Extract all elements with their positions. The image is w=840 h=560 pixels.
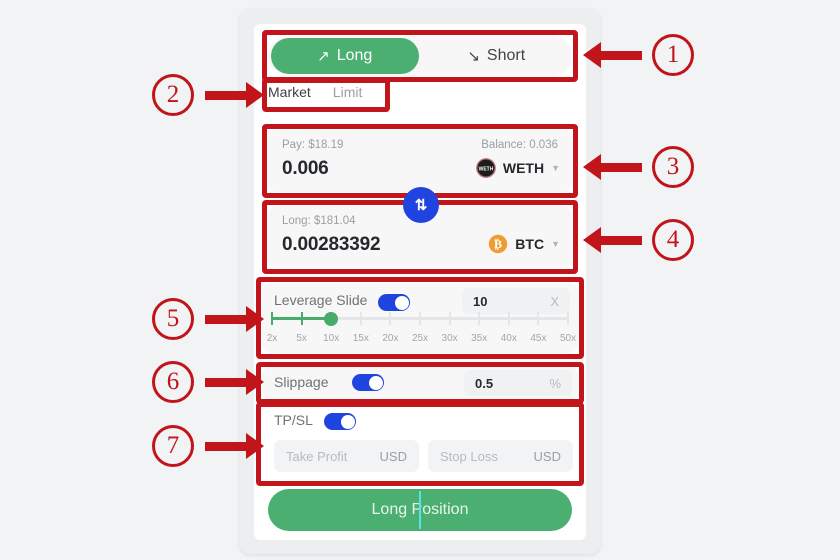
order-type-group[interactable]: Market Limit	[268, 84, 362, 100]
long-token-selector[interactable]: ₿ BTC ▼	[488, 234, 560, 254]
long-token-symbol: BTC	[515, 236, 545, 252]
slippage-label: Slippage	[274, 374, 329, 390]
btc-token-icon: ₿	[488, 234, 508, 254]
chevron-down-icon[interactable]: ▼	[551, 239, 560, 249]
leverage-unit: X	[550, 293, 559, 309]
slippage-value: 0.5	[475, 375, 494, 391]
leverage-tick[interactable]	[507, 312, 510, 325]
pay-amount-input[interactable]: 0.006	[282, 158, 329, 180]
annotation-arrow-1	[583, 42, 642, 68]
leverage-tick[interactable]	[537, 312, 540, 325]
leverage-tick[interactable]	[448, 312, 451, 325]
leverage-tick[interactable]	[419, 312, 421, 325]
stop-loss-currency: USD	[533, 448, 561, 464]
leverage-tick-label: 50x	[559, 333, 577, 344]
annotation-arrow-5	[205, 306, 264, 332]
leverage-section[interactable]: Leverage Slide 10 X 2x 5x 10x 15x 20x 25x 30x 3…	[262, 283, 578, 353]
pay-token-symbol: WETH	[502, 160, 545, 176]
short-tab-label: Short	[486, 47, 526, 64]
weth-token-icon: WETH	[475, 158, 496, 178]
wallet-balance: Balance: 0.036	[481, 139, 558, 151]
stop-loss-input[interactable]: Stop Loss USD	[428, 440, 573, 472]
leverage-tick-label: 5x	[296, 333, 307, 344]
annotation-arrow-4	[583, 227, 642, 253]
annotation-number-4: 4	[652, 219, 694, 261]
leverage-tick-label: 2x	[266, 333, 278, 344]
leverage-slider-knob[interactable]	[324, 311, 339, 326]
pay-token-selector[interactable]: WETH WETH ▼	[475, 158, 560, 178]
annotation-arrow-3	[583, 154, 642, 180]
leverage-tick[interactable]	[300, 312, 303, 325]
order-type-limit[interactable]: Limit	[333, 84, 363, 100]
order-type-market[interactable]: Market	[268, 84, 311, 100]
text-cursor	[419, 491, 421, 529]
short-tab[interactable]: ↘ Short	[423, 38, 571, 74]
arrow-down-right-icon: ↘	[467, 47, 480, 65]
take-profit-currency: USD	[379, 448, 407, 464]
leverage-label: Leverage Slide	[274, 292, 368, 308]
long-amount-input[interactable]: 0.00283392	[282, 234, 381, 256]
annotation-arrow-2	[205, 82, 264, 108]
swap-arrows-icon[interactable]: ⇅	[403, 187, 439, 223]
tpsl-section[interactable]: TP/SL Take Profit USD Stop Loss USD	[262, 406, 578, 482]
annotation-number-5: 5	[152, 298, 194, 340]
leverage-tick-label: 35x	[471, 333, 488, 344]
side-toggle-group[interactable]: ↗ Long ↘ Short	[268, 36, 572, 76]
leverage-tick[interactable]	[567, 312, 569, 325]
leverage-toggle[interactable]	[378, 294, 410, 311]
annotation-number-2: 2	[152, 74, 194, 116]
leverage-tick-label: 45x	[530, 333, 547, 344]
leverage-tick-label: 30x	[441, 333, 458, 344]
long-tab-label: Long	[336, 47, 373, 64]
stop-loss-placeholder: Stop Loss	[440, 448, 498, 464]
leverage-tick[interactable]	[478, 312, 481, 325]
svg-text:₿: ₿	[494, 237, 502, 251]
annotation-number-1: 1	[652, 34, 694, 76]
annotation-number-6: 6	[152, 361, 194, 403]
leverage-tick[interactable]	[359, 312, 362, 325]
arrow-up-right-icon: ↗	[317, 47, 330, 65]
take-profit-input[interactable]: Take Profit USD	[274, 440, 419, 472]
tpsl-label: TP/SL	[274, 412, 313, 428]
slippage-value-input[interactable]: 0.5 %	[464, 370, 572, 396]
leverage-tick[interactable]	[271, 312, 273, 325]
panel-divider	[268, 540, 572, 541]
pay-amount-usd: Pay: $18.19	[282, 139, 344, 151]
slippage-section[interactable]: Slippage 0.5 %	[262, 366, 578, 400]
take-profit-placeholder: Take Profit	[286, 448, 348, 464]
leverage-tick-label: 15x	[352, 333, 369, 344]
leverage-slider[interactable]: 2x 5x 10x 15x 20x 25x 30x 35x 40x 45x 50x	[267, 311, 576, 344]
leverage-tick-label: 20x	[382, 333, 399, 344]
leverage-value-input[interactable]: 10 X	[462, 288, 570, 314]
annotation-number-7: 7	[152, 425, 194, 467]
svg-text:WETH: WETH	[478, 166, 493, 172]
pay-field-meta: Pay: $18.19 Balance: 0.036	[282, 139, 558, 151]
long-tab[interactable]: ↗ Long	[271, 38, 419, 74]
slippage-unit: %	[549, 375, 561, 391]
leverage-tick[interactable]	[389, 312, 392, 325]
annotation-arrow-7	[205, 433, 264, 459]
leverage-tick-label: 40x	[500, 333, 517, 344]
annotation-number-3: 3	[652, 146, 694, 188]
chevron-down-icon[interactable]: ▼	[551, 163, 560, 173]
slippage-toggle[interactable]	[352, 374, 384, 391]
screenshot-root: ↗ Long ↘ Short Market Limit Pay: $18.19 …	[0, 0, 840, 560]
leverage-tick-labels: 2x 5x 10x 15x 20x 25x 30x 35x 40x 45x 50x	[267, 333, 576, 347]
annotation-arrow-6	[205, 369, 264, 395]
leverage-value: 10	[473, 293, 488, 309]
tpsl-toggle[interactable]	[324, 413, 356, 430]
tpsl-inputs: Take Profit USD Stop Loss USD	[274, 440, 573, 472]
long-notional-usd: Long: $181.04	[282, 215, 356, 227]
leverage-tick-label: 25x	[411, 333, 429, 344]
leverage-slider-track[interactable]	[271, 311, 569, 326]
leverage-tick-label: 10x	[323, 333, 340, 344]
pay-field[interactable]: Pay: $18.19 Balance: 0.036 0.006 WETH WE…	[268, 130, 572, 192]
